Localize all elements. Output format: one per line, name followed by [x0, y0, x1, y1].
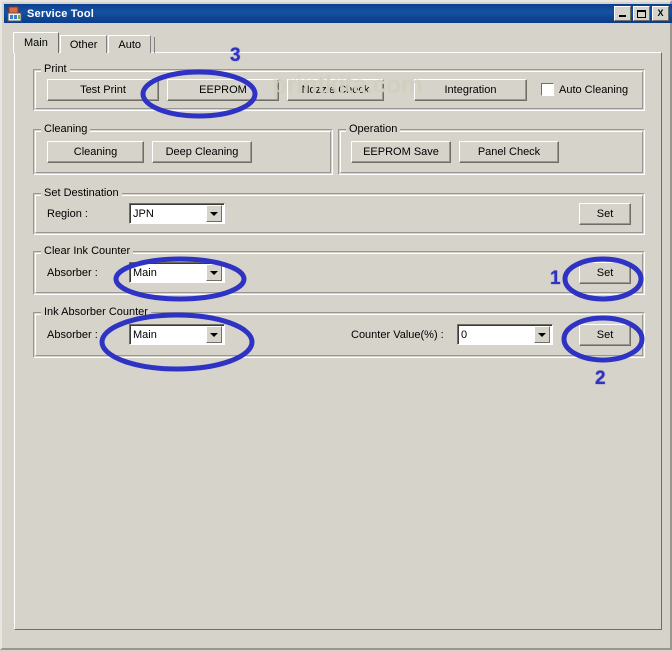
minimize-button[interactable] [614, 6, 631, 21]
print-group-body: Test Print EEPROM Nozzle Check Integrati… [33, 69, 645, 111]
clear-ink-counter-group-body: Absorber : Main Set [33, 251, 645, 295]
integration-label: Integration [444, 84, 497, 96]
tab-auto[interactable]: Auto [108, 35, 151, 53]
deep-cleaning-label: Deep Cleaning [165, 146, 239, 158]
chevron-down-icon[interactable] [206, 326, 222, 343]
tab-other[interactable]: Other [59, 35, 108, 53]
ink-absorber-counter-set-label: Set [596, 329, 614, 341]
tab-auto-label: Auto [118, 38, 141, 51]
panel-check-button[interactable]: Panel Check [459, 141, 559, 163]
clear-ink-counter-set-label: Set [596, 267, 614, 279]
ink-absorber-label: Absorber : [47, 329, 98, 341]
chevron-down-icon[interactable] [206, 264, 222, 281]
eeprom-save-label: EEPROM Save [363, 146, 439, 158]
set-destination-set-label: Set [596, 208, 614, 220]
minimize-icon [619, 15, 626, 17]
operation-group-label: Operation [346, 123, 401, 135]
nozzle-check-button[interactable]: Nozzle Check [287, 79, 384, 101]
clear-ink-counter-group-label: Clear Ink Counter [41, 245, 134, 257]
service-tool-window: Service Tool X Main Other Auto Print Tes… [0, 0, 672, 650]
test-print-button[interactable]: Test Print [47, 79, 159, 101]
main-tab-panel: Print Test Print EEPROM Nozzle Check Int… [14, 52, 662, 630]
ink-absorber-value: Main [133, 328, 157, 341]
cleaning-group-body: Cleaning Deep Cleaning [33, 129, 333, 175]
window-title: Service Tool [27, 7, 94, 20]
cleaning-group-label: Cleaning [41, 123, 91, 135]
set-destination-set-button[interactable]: Set [579, 203, 631, 225]
eeprom-button[interactable]: EEPROM [167, 79, 279, 101]
auto-cleaning-label: Auto Cleaning [559, 83, 629, 96]
set-destination-group-label: Set Destination [41, 187, 122, 199]
counter-value-label: Counter Value(%) : [351, 329, 444, 341]
auto-cleaning-checkbox[interactable] [541, 83, 554, 96]
clear-ink-absorber-combo[interactable]: Main [129, 262, 225, 283]
ink-absorber-counter-group: Ink Absorber Counter Absorber : Main Cou… [33, 306, 645, 358]
tab-strip-end-divider [154, 37, 155, 53]
auto-cleaning-checkbox-row[interactable]: Auto Cleaning [541, 83, 628, 96]
app-icon [7, 6, 23, 22]
counter-value-combo[interactable]: 0 [457, 324, 553, 345]
tab-other-label: Other [69, 38, 98, 51]
clear-ink-absorber-label: Absorber : [47, 267, 98, 279]
window-controls: X [614, 6, 672, 21]
nozzle-check-label: Nozzle Check [301, 84, 370, 96]
clear-ink-counter-group: Clear Ink Counter Absorber : Main Set [33, 245, 645, 295]
panel-check-label: Panel Check [477, 146, 541, 158]
chevron-down-icon[interactable] [534, 326, 550, 343]
deep-cleaning-button[interactable]: Deep Cleaning [152, 141, 252, 163]
operation-group: Operation EEPROM Save Panel Check [338, 123, 645, 175]
cleaning-group: Cleaning Cleaning Deep Cleaning [33, 123, 333, 175]
maximize-icon [637, 10, 646, 18]
set-destination-group-body: Region : JPN Set [33, 193, 645, 235]
eeprom-label: EEPROM [199, 84, 247, 96]
close-icon: X [657, 8, 664, 18]
test-print-label: Test Print [80, 84, 126, 96]
chevron-down-icon[interactable] [206, 205, 222, 222]
ink-absorber-counter-set-button[interactable]: Set [579, 324, 631, 346]
tab-strip: Main Other Auto [13, 32, 155, 53]
print-group: Print Test Print EEPROM Nozzle Check Int… [33, 63, 645, 111]
region-label: Region : [47, 208, 88, 220]
counter-value-value: 0 [461, 328, 468, 341]
cleaning-button-label: Cleaning [73, 146, 118, 158]
tab-main-label: Main [24, 37, 48, 49]
eeprom-save-button[interactable]: EEPROM Save [351, 141, 451, 163]
cleaning-button[interactable]: Cleaning [47, 141, 144, 163]
ink-absorber-counter-group-body: Absorber : Main Counter Value(%) : 0 Set [33, 312, 645, 358]
close-button[interactable]: X [652, 6, 669, 21]
tab-main[interactable]: Main [13, 32, 59, 53]
title-bar: Service Tool X [4, 4, 672, 23]
integration-button[interactable]: Integration [414, 79, 527, 101]
maximize-button[interactable] [633, 6, 650, 21]
set-destination-group: Set Destination Region : JPN Set [33, 187, 645, 235]
print-group-label: Print [41, 63, 70, 75]
region-combo[interactable]: JPN [129, 203, 225, 224]
ink-absorber-counter-group-label: Ink Absorber Counter [41, 306, 151, 318]
ink-absorber-combo[interactable]: Main [129, 324, 225, 345]
clear-ink-counter-set-button[interactable]: Set [579, 262, 631, 284]
region-combo-value: JPN [133, 207, 154, 220]
operation-group-body: EEPROM Save Panel Check [338, 129, 645, 175]
clear-ink-absorber-value: Main [133, 266, 157, 279]
